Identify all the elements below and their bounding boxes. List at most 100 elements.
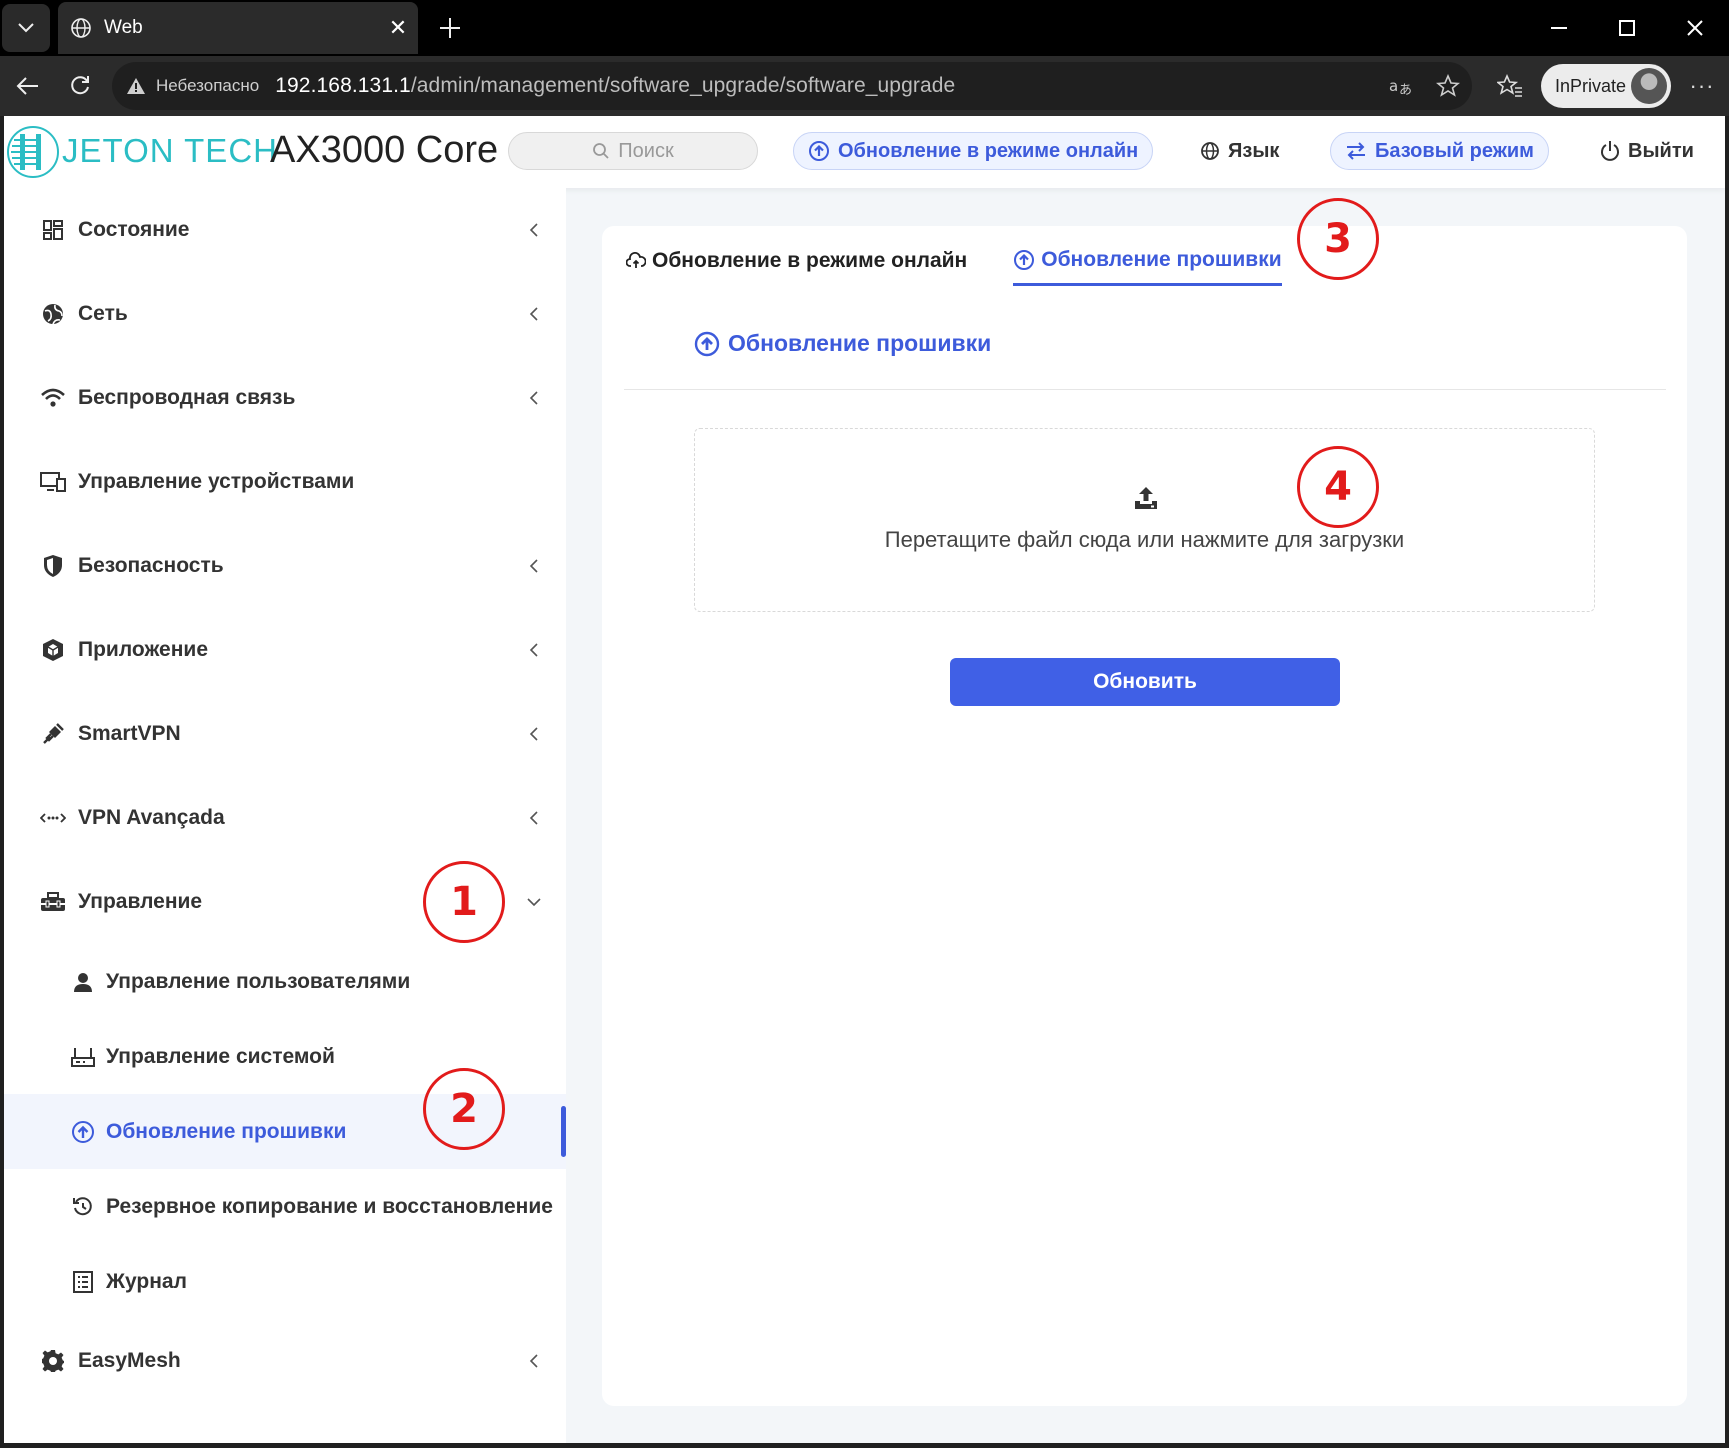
- search-input[interactable]: Поиск: [508, 132, 758, 170]
- profile-avatar: [1631, 68, 1667, 104]
- plus-icon: [440, 18, 460, 38]
- online-update-button[interactable]: Обновление в режиме онлайн: [793, 132, 1154, 170]
- browser-tab-strip: Web ✕: [0, 0, 1729, 56]
- sidebar-subitem-backup-restore[interactable]: Резервное копирование и восстановление: [4, 1169, 566, 1244]
- sidebar-item-network[interactable]: Сеть: [4, 272, 566, 356]
- chevron-left-icon: [522, 302, 546, 326]
- file-dropzone[interactable]: Перетащите файл сюда или нажмите для заг…: [694, 428, 1595, 612]
- minimize-button[interactable]: [1526, 0, 1592, 56]
- basic-mode-button[interactable]: Базовый режим: [1330, 132, 1549, 170]
- url-host: 192.168.131.1: [275, 74, 411, 97]
- sidebar-item-label: EasyMesh: [78, 1349, 181, 1372]
- sidebar-item-vpn-avancada[interactable]: VPN Avançada: [4, 776, 566, 860]
- gear-icon: [40, 1348, 66, 1374]
- sidebar-item-label: Беспроводная связь: [78, 386, 296, 409]
- logout-button[interactable]: Выйти: [1600, 132, 1694, 170]
- favorites-button[interactable]: [1486, 62, 1534, 110]
- section-title-text: Обновление прошивки: [728, 330, 992, 356]
- sidebar-item-label: Безопасность: [78, 554, 224, 577]
- sidebar-item-label: Приложение: [78, 638, 209, 661]
- sidebar-subitem-log[interactable]: Журнал: [4, 1244, 566, 1319]
- chevron-down-icon: [18, 23, 34, 33]
- back-button[interactable]: [4, 62, 52, 110]
- log-icon: [70, 1269, 96, 1295]
- annotation-marker-3: 3: [1297, 198, 1379, 280]
- shield-icon: [40, 553, 66, 579]
- upload-tray-icon: [1135, 487, 1157, 509]
- sidebar-item-label: Управление устройствами: [78, 470, 355, 493]
- minimize-icon: [1551, 27, 1567, 29]
- inprivate-button[interactable]: InPrivate: [1541, 64, 1671, 108]
- chevron-left-icon: [522, 722, 546, 746]
- tab-online-update[interactable]: Обновление в режиме онлайн: [626, 236, 967, 286]
- sidebar-item-label: VPN Avançada: [78, 806, 225, 829]
- maximize-icon: [1619, 20, 1635, 36]
- sidebar-subitem-label: Управление системой: [106, 1044, 335, 1068]
- chevron-left-icon: [522, 386, 546, 410]
- star-icon[interactable]: [1436, 74, 1460, 98]
- sidebar-item-wireless[interactable]: Беспроводная связь: [4, 356, 566, 440]
- language-button[interactable]: Язык: [1200, 132, 1279, 170]
- more-icon: ···: [1689, 73, 1715, 98]
- url-path: /admin/management/software_upgrade/softw…: [410, 74, 956, 97]
- sidebar-subitem-user-management[interactable]: Управление пользователями: [4, 944, 566, 1019]
- update-button[interactable]: Обновить: [950, 658, 1340, 706]
- swap-icon: [1347, 142, 1365, 160]
- power-icon: [1601, 141, 1619, 161]
- tab-actions-button[interactable]: [2, 4, 50, 52]
- sidebar-subitem-label: Управление пользователями: [106, 969, 411, 993]
- basic-mode-label: Базовый режим: [1375, 139, 1534, 162]
- browser-tab-title: Web: [104, 17, 143, 38]
- tab-label: Обновление в режиме онлайн: [652, 249, 968, 272]
- address-bar[interactable]: Небезопасно 192.168.131.1/admin/manageme…: [112, 62, 1472, 110]
- maximize-button[interactable]: [1594, 0, 1660, 56]
- translate-icon[interactable]: aあ: [1388, 75, 1414, 97]
- globe-icon: [71, 18, 91, 38]
- svg-text:あ: あ: [1399, 83, 1412, 97]
- cube-icon: [40, 637, 66, 663]
- close-tab-icon[interactable]: ✕: [378, 15, 418, 41]
- chevron-left-icon: [522, 218, 546, 242]
- chevron-down-icon: [522, 890, 546, 914]
- main-card: Обновление в режиме онлайн Обновление пр…: [602, 226, 1687, 1406]
- plug-icon: [40, 721, 66, 747]
- sidebar-item-application[interactable]: Приложение: [4, 608, 566, 692]
- brand-name: JETON TECH: [62, 132, 278, 169]
- sidebar-item-easymesh[interactable]: EasyMesh: [4, 1319, 566, 1403]
- web-viewport: JETON TECH AX3000 Core Поиск Обновление …: [4, 116, 1725, 1443]
- sidebar-item-label: SmartVPN: [78, 722, 181, 745]
- favorites-icon: [1497, 74, 1522, 97]
- url-text: 192.168.131.1/admin/management/software_…: [275, 74, 955, 98]
- language-label: Язык: [1228, 139, 1280, 162]
- sidebar-item-smartvpn[interactable]: SmartVPN: [4, 692, 566, 776]
- arrow-left-icon: [16, 77, 38, 95]
- sidebar-item-devices[interactable]: Управление устройствами: [4, 440, 566, 524]
- chevron-left-icon: [522, 806, 546, 830]
- sidebar-item-label: Сеть: [78, 302, 128, 325]
- content-tabs: Обновление в режиме онлайн Обновление пр…: [626, 236, 1282, 286]
- sidebar-item-security[interactable]: Безопасность: [4, 524, 566, 608]
- dots-arrows-icon: [40, 805, 66, 831]
- new-tab-button[interactable]: [428, 6, 472, 50]
- globe-network-icon: [40, 301, 66, 327]
- wifi-icon: [40, 385, 66, 411]
- section-title: Обновление прошивки: [694, 330, 991, 357]
- devices-icon: [40, 469, 66, 495]
- annotation-marker-4: 4: [1297, 446, 1379, 528]
- warning-icon: [127, 78, 145, 94]
- browser-tab[interactable]: Web ✕: [58, 2, 418, 54]
- refresh-button[interactable]: [56, 62, 104, 110]
- address-bar-icons: aあ: [1388, 62, 1460, 110]
- close-window-button[interactable]: [1662, 0, 1728, 56]
- sidebar-subitem-label: Журнал: [106, 1269, 187, 1293]
- sidebar-item-status[interactable]: Состояние: [4, 188, 566, 272]
- model-name: AX3000 Core: [270, 129, 499, 171]
- dashboard-icon: [40, 217, 66, 243]
- tab-firmware-upgrade[interactable]: Обновление прошивки: [1013, 236, 1282, 286]
- more-menu-button[interactable]: ···: [1680, 62, 1724, 110]
- logout-label: Выйти: [1628, 139, 1694, 162]
- upload-circle-icon: [809, 141, 829, 161]
- sidebar-item-label: Управление: [78, 890, 203, 913]
- search-icon: [593, 143, 609, 159]
- restore-icon: [70, 1194, 96, 1220]
